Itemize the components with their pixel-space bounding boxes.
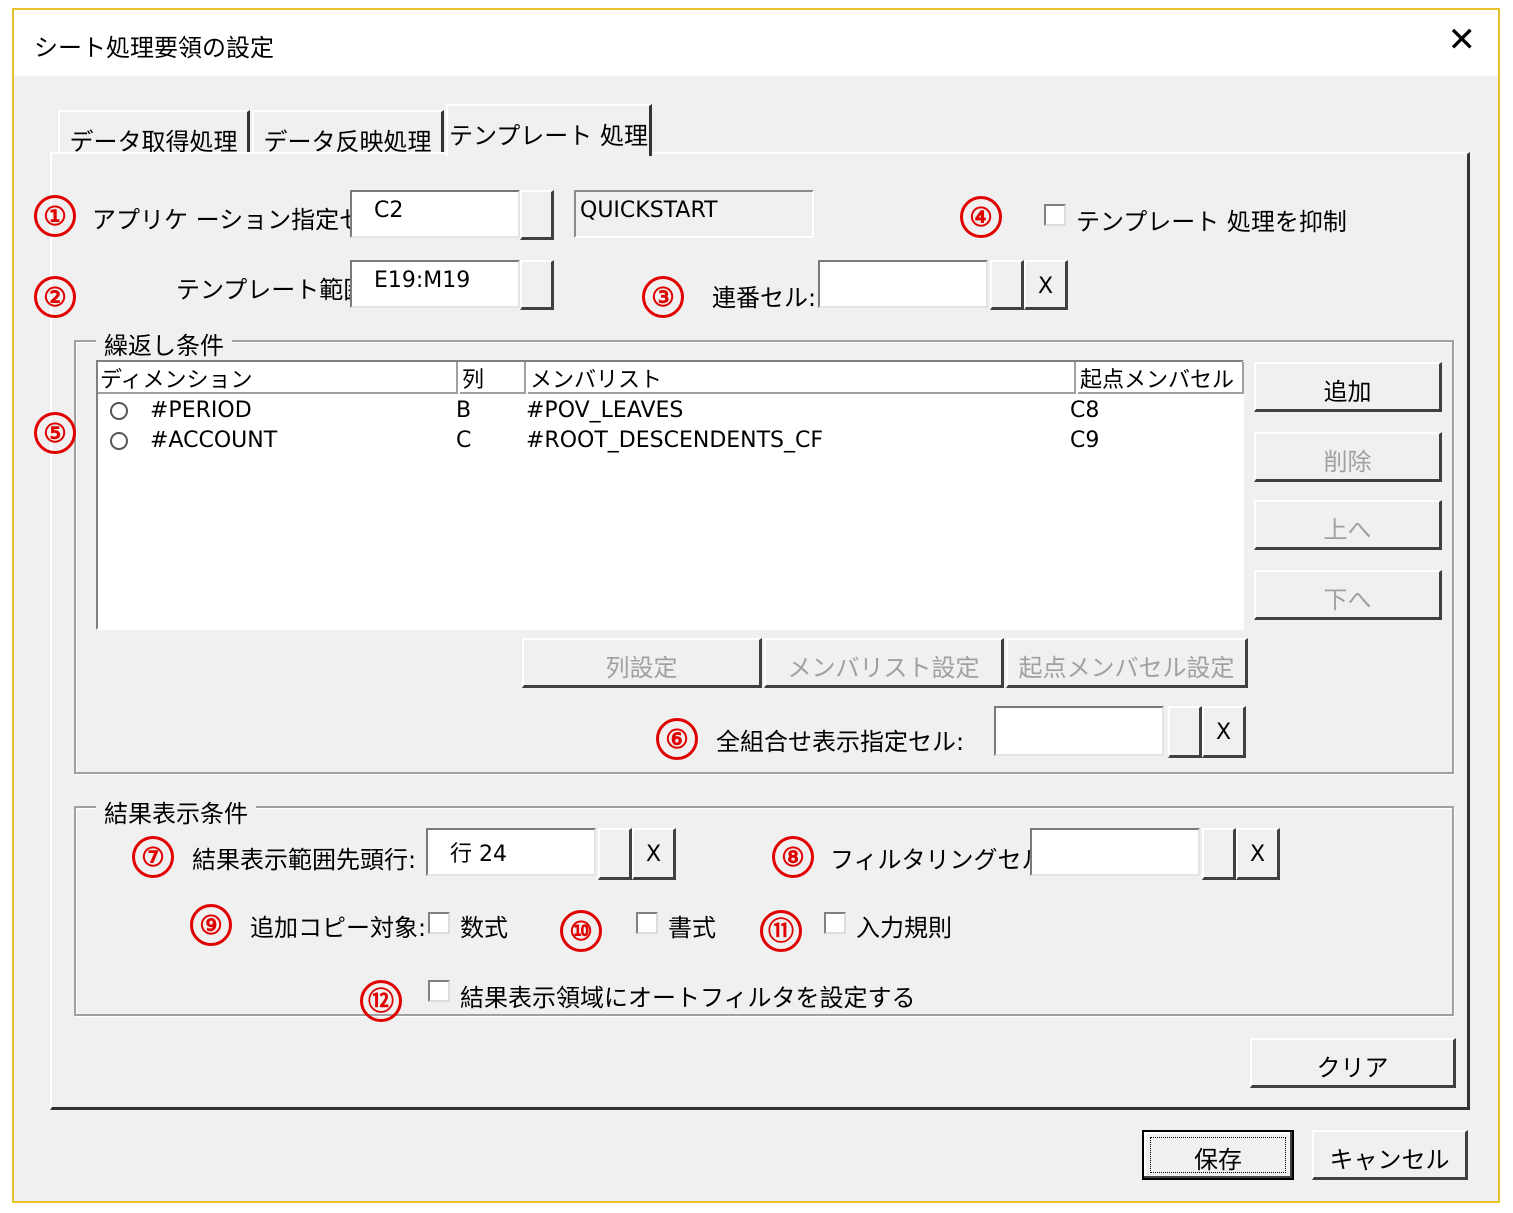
- row-member-list: #POV_LEAVES: [526, 398, 684, 423]
- marker-9: ⑨: [190, 904, 232, 946]
- result-conditions-title: 結果表示条件: [96, 794, 256, 829]
- tab-label: テンプレート 処理: [449, 122, 648, 150]
- copy-formula-label: 数式: [460, 914, 508, 942]
- result-start-row-label: 結果表示範囲先頭行:: [192, 846, 417, 874]
- filter-cell-label: フィルタリングセル:: [830, 846, 1054, 874]
- focus-rect: [1150, 1137, 1286, 1173]
- row-member-list: #ROOT_DESCENDENTS_CF: [526, 428, 824, 453]
- repeat-conditions-list[interactable]: ディメンション 列 メンバリスト 起点メンバセル #PERIOD B #POV_…: [96, 360, 1244, 630]
- row-start-cell: C8: [1070, 398, 1100, 423]
- row-dimension: #PERIOD: [150, 398, 252, 423]
- move-up-button[interactable]: 上へ: [1254, 500, 1442, 550]
- row-start-cell: C9: [1070, 428, 1100, 453]
- column-header-dimension[interactable]: ディメンション: [98, 362, 458, 394]
- autofilter-label: 結果表示領域にオートフィルタを設定する: [460, 984, 916, 1012]
- clear-button[interactable]: クリア: [1250, 1038, 1456, 1088]
- template-range-label: テンプレート範囲:: [176, 276, 376, 304]
- serial-cell-input[interactable]: [818, 260, 988, 308]
- autofilter-checkbox[interactable]: [428, 980, 450, 1002]
- filter-cell-input[interactable]: [1030, 828, 1200, 876]
- serial-cell-clear-button[interactable]: X: [1024, 260, 1068, 310]
- marker-2: ②: [34, 276, 76, 318]
- marker-11: ⑪: [760, 910, 802, 952]
- start-cell-setting-button[interactable]: 起点メンバセル設定: [1006, 638, 1248, 688]
- row-dimension: #ACCOUNT: [150, 428, 278, 453]
- copy-formula-checkbox[interactable]: [428, 912, 450, 934]
- add-button[interactable]: 追加: [1254, 362, 1442, 412]
- template-range-picker-button[interactable]: [520, 260, 554, 310]
- radio-icon: [110, 402, 128, 420]
- table-row[interactable]: #ACCOUNT C #ROOT_DESCENDENTS_CF C9: [98, 428, 1242, 458]
- copy-validation-checkbox[interactable]: [824, 912, 846, 934]
- column-header-member-list[interactable]: メンバリスト: [528, 362, 1076, 394]
- tab-data-fetch[interactable]: データ取得処理: [58, 110, 250, 156]
- save-button[interactable]: 保存: [1142, 1130, 1294, 1180]
- close-icon[interactable]: ✕: [1448, 20, 1477, 60]
- all-combo-cell-input[interactable]: [994, 706, 1164, 756]
- copy-format-checkbox[interactable]: [636, 912, 658, 934]
- copy-format-label: 書式: [668, 914, 716, 942]
- row-column: B: [456, 398, 472, 423]
- marker-4: ④: [960, 196, 1002, 238]
- serial-cell-picker-button[interactable]: [990, 260, 1024, 310]
- column-setting-button[interactable]: 列設定: [522, 638, 762, 688]
- delete-button[interactable]: 削除: [1254, 432, 1442, 482]
- app-cell-picker-button[interactable]: [520, 190, 554, 240]
- tab-data-reflect[interactable]: データ反映処理: [252, 110, 444, 156]
- column-header-column[interactable]: 列: [460, 362, 526, 394]
- column-header-start-cell[interactable]: 起点メンバセル: [1078, 362, 1244, 394]
- all-combo-cell-clear-button[interactable]: X: [1202, 706, 1246, 758]
- app-name-display: QUICKSTART: [574, 190, 814, 238]
- tab-template[interactable]: テンプレート 処理: [446, 104, 652, 156]
- marker-1: ①: [34, 195, 76, 237]
- cancel-button[interactable]: キャンセル: [1312, 1130, 1468, 1180]
- serial-cell-label: 連番セル:: [712, 284, 817, 312]
- all-combo-cell-label: 全組合せ表示指定セル:: [716, 728, 965, 756]
- result-start-row-picker-button[interactable]: [598, 828, 632, 880]
- suppress-template-checkbox[interactable]: [1044, 204, 1066, 226]
- marker-3: ③: [642, 276, 684, 318]
- member-list-setting-button[interactable]: メンバリスト設定: [764, 638, 1004, 688]
- app-cell-input[interactable]: C2: [350, 190, 520, 238]
- result-start-row-clear-button[interactable]: X: [632, 828, 676, 880]
- all-combo-cell-picker-button[interactable]: [1168, 706, 1202, 758]
- marker-6: ⑥: [656, 718, 698, 760]
- marker-5: ⑤: [34, 412, 76, 454]
- marker-7: ⑦: [132, 836, 174, 878]
- template-range-input[interactable]: E19:M19: [350, 260, 520, 308]
- window-title: シート処理要領の設定: [34, 34, 274, 62]
- copy-validation-label: 入力規則: [856, 914, 952, 942]
- move-down-button[interactable]: 下へ: [1254, 570, 1442, 620]
- marker-12: ⑫: [360, 980, 402, 1022]
- filter-cell-clear-button[interactable]: X: [1236, 828, 1280, 880]
- marker-10: ⑩: [560, 910, 602, 952]
- repeat-conditions-title: 繰返し条件: [96, 326, 232, 361]
- marker-8: ⑧: [772, 836, 814, 878]
- row-column: C: [456, 428, 472, 453]
- suppress-template-label: テンプレート 処理を抑制: [1076, 208, 1347, 236]
- result-start-row-input[interactable]: 行 24: [426, 828, 596, 876]
- filter-cell-picker-button[interactable]: [1202, 828, 1236, 880]
- radio-icon: [110, 432, 128, 450]
- table-row[interactable]: #PERIOD B #POV_LEAVES C8: [98, 398, 1242, 428]
- copy-target-label: 追加コピー対象:: [250, 914, 427, 942]
- title-bar: シート処理要領の設定 ✕: [14, 10, 1498, 76]
